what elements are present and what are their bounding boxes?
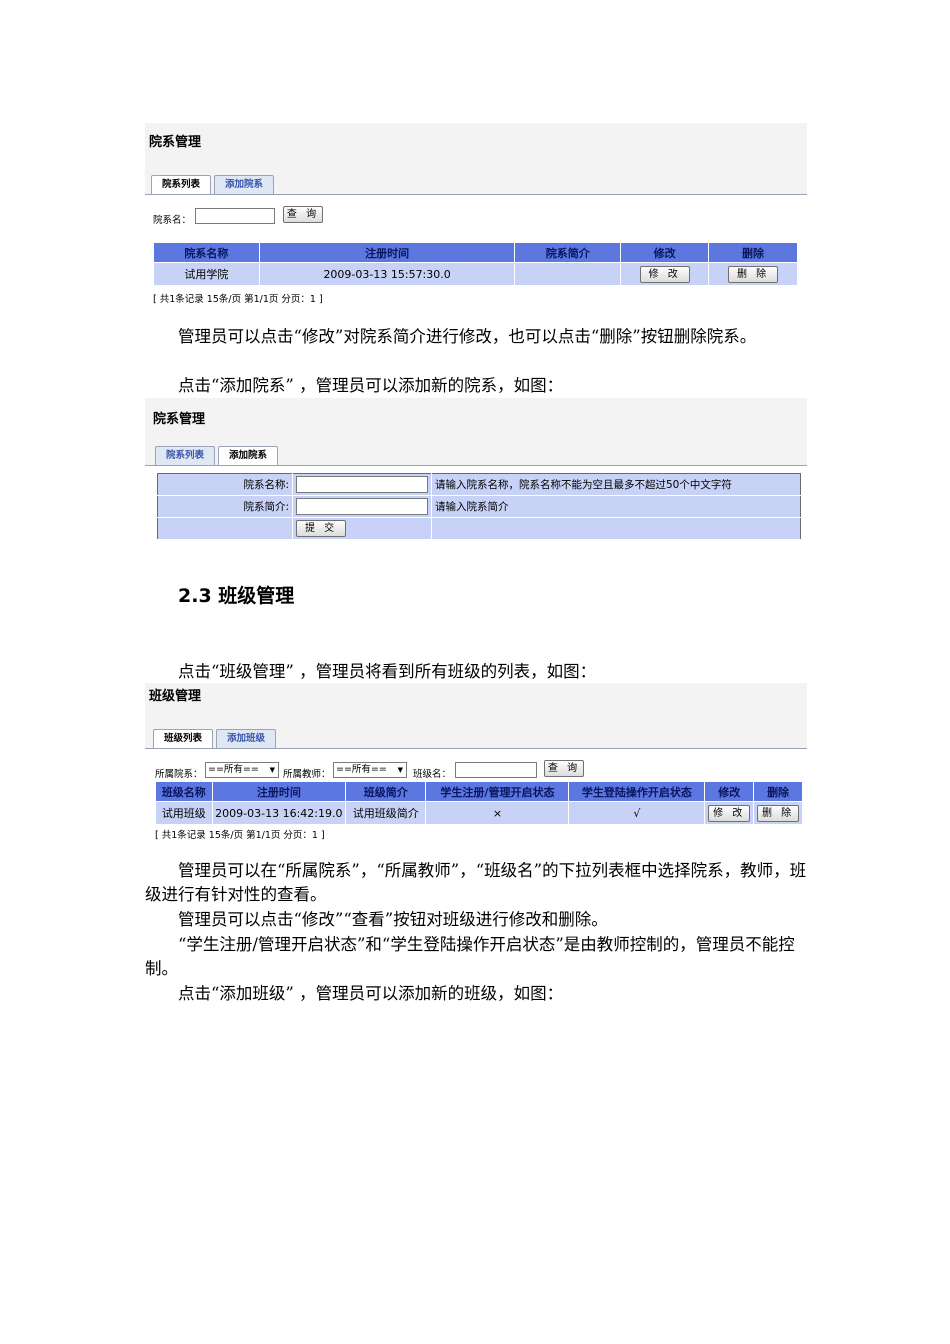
list-panel: 所属院系： ==所有== ▼ 所属教师： ==所有== ▼ 班级名： 查 询 班级名…: [145, 749, 807, 843]
pagination: [ 共1条记录 15条/页 第1/1页 分页：1 ]: [155, 830, 325, 841]
col-delete: 删除: [708, 242, 798, 263]
class-list-screenshot: 班级管理 班级列表 添加班级 所属院系： ==所有== ▼ 所属教师： ==所有=…: [145, 683, 807, 843]
pagination: [ 共1条记录 15条/页 第1/1页 分页：1 ]: [153, 294, 323, 305]
filter-college-label: 所属院系：: [155, 769, 203, 780]
field-hint: 请输入院系简介: [431, 495, 801, 518]
tab-add-class[interactable]: 添加班级: [216, 729, 277, 748]
paragraph-class-list: 点击“班级管理” ，管理员将看到所有班级的列表，如图：: [178, 662, 597, 681]
cell-register-status: ×: [425, 801, 570, 825]
class-table: 班级名称 注册时间 班级简介 学生注册/管理开启状态 学生登陆操作开启状态 修改…: [155, 781, 803, 825]
teacher-select[interactable]: ==所有== ▼: [333, 762, 407, 778]
paragraph-add-college: 点击“添加院系” ，管理员可以添加新的院系，如图：: [178, 376, 564, 395]
cell-register-time: 2009-03-13 15:57:30.0: [258, 262, 516, 286]
class-name-input[interactable]: [455, 762, 537, 778]
college-name-input[interactable]: [195, 208, 275, 224]
paragraph-edit-delete-college: 管理员可以点击“修改”对院系简介进行修改，也可以点击“删除”按钮删除院系。: [178, 327, 757, 346]
col-edit: 修改: [620, 242, 710, 263]
page-title: 院系管理: [149, 135, 202, 150]
col-delete: 删除: [753, 781, 803, 802]
page-title: 班级管理: [149, 689, 202, 704]
search-button[interactable]: 查 询: [544, 760, 584, 777]
cell-register-time: 2009-03-13 16:42:19.0: [211, 801, 347, 825]
tab-bar: 班级列表 添加班级: [153, 729, 277, 749]
paragraph-status-note: “学生注册/管理开启状态”和“学生登陆操作开启状态”是由教师控制的，管理员不能控…: [145, 935, 795, 978]
page-title: 院系管理: [153, 412, 206, 427]
tab-bar: 院系列表 添加院系: [155, 446, 279, 466]
field-label: 院系简介:: [157, 495, 293, 518]
add-college-form: 院系名称: 请输入院系名称，院系名称不能为空且最多不超过50个中文字符 院系简介…: [157, 473, 801, 540]
section-heading: 2.3 班级管理: [178, 585, 295, 607]
col-register-time: 注册时间: [211, 781, 347, 802]
college-intro-input[interactable]: [296, 498, 428, 515]
col-college-name: 院系名称: [153, 242, 260, 263]
cell-college-name: 试用学院: [153, 262, 260, 286]
cell-class-name: 试用班级: [155, 801, 213, 825]
form-row: 院系简介: 请输入院系简介: [157, 495, 801, 518]
table-header-row: 院系名称 注册时间 院系简介 修改 删除: [153, 242, 798, 263]
tab-class-list[interactable]: 班级列表: [153, 729, 214, 749]
paragraph-edit-delete-class: 管理员可以点击“修改”“查看”按钮对班级进行修改和删除。: [178, 910, 608, 929]
col-college-intro: 院系简介: [514, 242, 622, 263]
tab-college-list[interactable]: 院系列表: [155, 446, 216, 465]
edit-button[interactable]: 修 改: [708, 804, 751, 822]
delete-button[interactable]: 删 除: [727, 265, 779, 283]
college-name-input[interactable]: [296, 476, 428, 493]
chevron-down-icon: ▼: [269, 766, 275, 774]
college-list-screenshot: 院系管理 院系列表 添加院系 院系名： 查 询 院系名称 注册时间 院系简介 修…: [145, 123, 807, 308]
add-college-screenshot: 院系管理 院系列表 添加院系 院系名称: 请输入院系名称，院系名称不能为空且最多…: [145, 398, 807, 543]
form-row: 提 交: [157, 517, 801, 540]
submit-button[interactable]: 提 交: [296, 520, 347, 537]
field-hint: 请输入院系名称，院系名称不能为空且最多不超过50个中文字符: [431, 473, 801, 496]
tab-add-college[interactable]: 添加院系: [218, 446, 279, 466]
table-row: 试用班级 2009-03-13 16:42:19.0 试用班级简介 × √ 修 …: [155, 801, 803, 825]
col-class-name: 班级名称: [155, 781, 213, 802]
col-register-status: 学生注册/管理开启状态: [425, 781, 570, 802]
field-label: 院系名称:: [157, 473, 293, 496]
tab-college-list[interactable]: 院系列表: [151, 175, 212, 195]
col-register-time: 注册时间: [258, 242, 516, 263]
cell-class-intro: 试用班级简介: [345, 801, 427, 825]
form-panel: 院系名称: 请输入院系名称，院系名称不能为空且最多不超过50个中文字符 院系简介…: [145, 466, 807, 543]
edit-button[interactable]: 修 改: [639, 265, 690, 283]
col-class-intro: 班级简介: [345, 781, 427, 802]
search-button[interactable]: 查 询: [283, 206, 323, 223]
form-row: 院系名称: 请输入院系名称，院系名称不能为空且最多不超过50个中文字符: [157, 473, 801, 496]
col-login-status: 学生登陆操作开启状态: [568, 781, 706, 802]
col-edit: 修改: [704, 781, 755, 802]
tab-bar: 院系列表 添加院系: [151, 175, 275, 195]
paragraph-add-class: 点击“添加班级” ，管理员可以添加新的班级，如图：: [178, 984, 564, 1003]
tab-add-college[interactable]: 添加院系: [214, 175, 275, 194]
delete-button[interactable]: 删 除: [756, 804, 800, 822]
college-select[interactable]: ==所有== ▼: [205, 762, 279, 778]
cell-login-status: √: [568, 801, 706, 825]
college-name-label: 院系名：: [153, 215, 192, 226]
list-panel: 院系名： 查 询 院系名称 注册时间 院系简介 修改 删除 试用学院 2009-…: [145, 195, 807, 308]
filter-teacher-label: 所属教师：: [283, 769, 331, 780]
table-header-row: 班级名称 注册时间 班级简介 学生注册/管理开启状态 学生登陆操作开启状态 修改…: [155, 781, 803, 802]
college-table: 院系名称 注册时间 院系简介 修改 删除 试用学院 2009-03-13 15:…: [153, 242, 798, 286]
paragraph-filter: 管理员可以在“所属院系”，“所属教师”，“班级名”的下拉列表框中选择院系，教师，…: [145, 861, 807, 904]
chevron-down-icon: ▼: [397, 766, 403, 774]
filter-class-label: 班级名：: [413, 769, 452, 780]
table-row: 试用学院 2009-03-13 15:57:30.0 修 改 删 除: [153, 262, 798, 286]
cell-college-intro: [514, 262, 622, 286]
